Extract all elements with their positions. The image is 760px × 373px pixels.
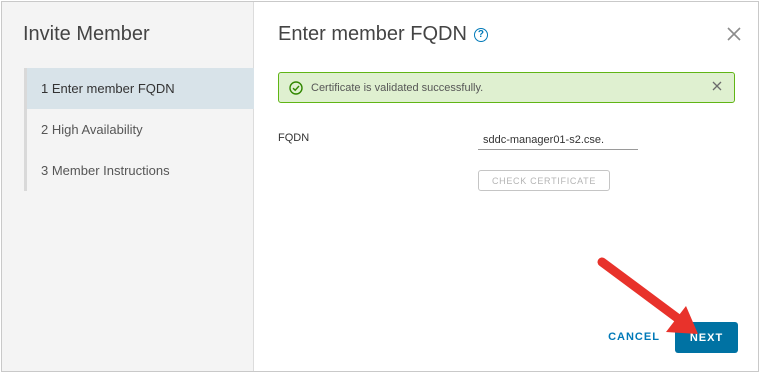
check-circle-icon	[289, 80, 303, 95]
next-button[interactable]: NEXT	[675, 322, 738, 353]
wizard-sidebar: Invite Member 1 Enter member FQDN 2 High…	[2, 2, 254, 371]
invite-member-dialog: Invite Member 1 Enter member FQDN 2 High…	[1, 1, 759, 372]
fqdn-input[interactable]	[478, 130, 638, 150]
alert-text: Certificate is validated successfully.	[311, 81, 484, 94]
success-alert: Certificate is validated successfully.	[278, 72, 735, 103]
alert-close-icon[interactable]	[712, 81, 722, 91]
wizard-title: Invite Member	[23, 23, 150, 45]
wizard-content: Enter member FQDN ? Certificate is valid…	[254, 2, 758, 371]
page-title: Enter member FQDN ?	[278, 23, 488, 46]
step-high-availability[interactable]: 2 High Availability	[27, 109, 254, 150]
close-icon[interactable]	[726, 26, 742, 42]
help-icon[interactable]: ?	[473, 27, 488, 42]
check-certificate-button[interactable]: CHECK CERTIFICATE	[478, 170, 610, 191]
step-member-instructions[interactable]: 3 Member Instructions	[27, 150, 254, 191]
page-title-text: Enter member FQDN	[278, 23, 467, 45]
fqdn-label: FQDN	[278, 132, 310, 144]
step-enter-member-fqdn[interactable]: 1 Enter member FQDN	[27, 68, 254, 109]
cancel-button[interactable]: CANCEL	[604, 326, 664, 348]
wizard-steps: 1 Enter member FQDN 2 High Availability …	[24, 68, 254, 191]
